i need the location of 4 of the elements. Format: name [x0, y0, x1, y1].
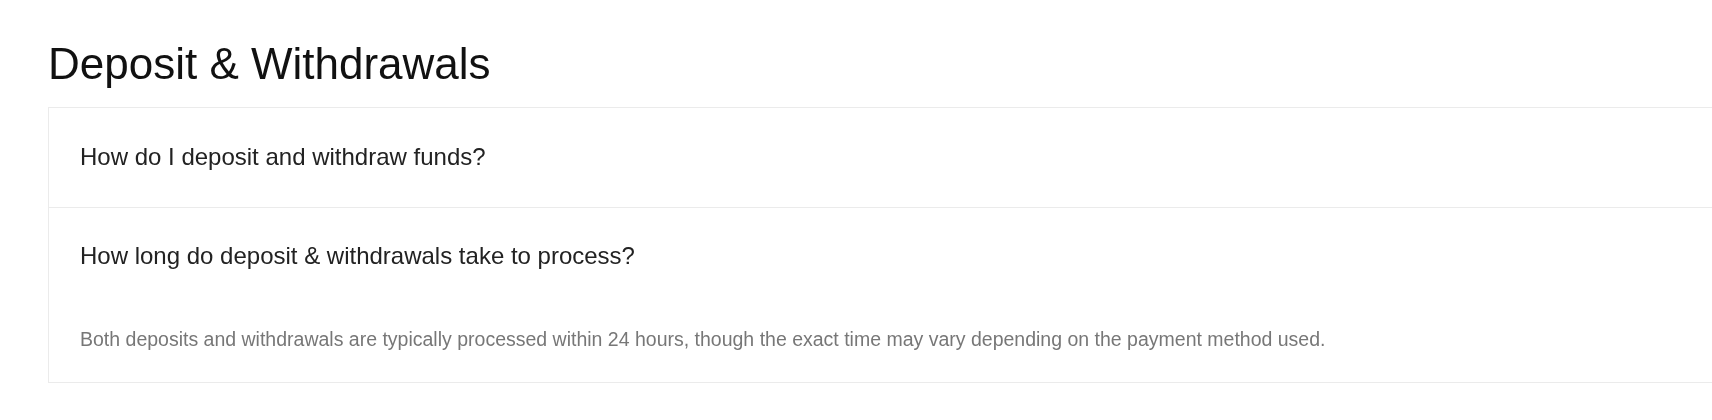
- faq-question[interactable]: How do I deposit and withdraw funds?: [80, 107, 1685, 207]
- page-title: Deposit & Withdrawals: [48, 38, 492, 90]
- faq-question[interactable]: How long do deposit & withdrawals take to process?: [80, 207, 1685, 300]
- faq-answer: Both deposits and withdrawals are typically processed within 24 hours, though the exact time may vary depending on the payment method used.: [80, 326, 1327, 352]
